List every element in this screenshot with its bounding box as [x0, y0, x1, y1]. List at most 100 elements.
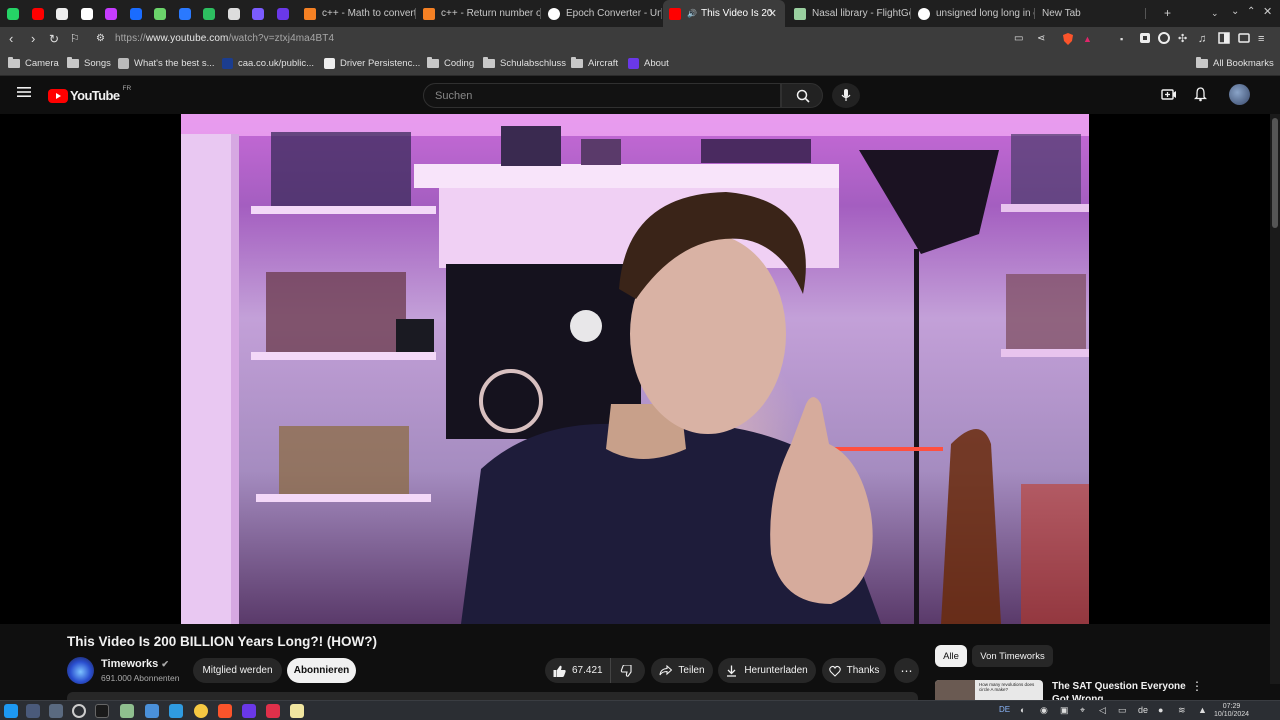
- recommended-video-title[interactable]: The SAT Question Everyone Got Wrong: [1052, 680, 1192, 700]
- brave-browser-icon[interactable]: [218, 704, 232, 718]
- browser-tab[interactable]: Epoch Converter - Unix: [542, 0, 662, 27]
- youtube-logo[interactable]: YouTube FR: [48, 85, 131, 103]
- page-scrollbar[interactable]: [1270, 114, 1280, 684]
- pinned-tab-bolt[interactable]: [126, 4, 146, 24]
- recommended-more-icon[interactable]: ⋮: [1191, 679, 1203, 693]
- search-input[interactable]: Suchen: [423, 83, 781, 108]
- chip-from-channel[interactable]: Von Timeworks: [972, 645, 1053, 667]
- location-icon[interactable]: ⌖: [1080, 705, 1085, 716]
- new-tab-button[interactable]: +: [1164, 6, 1171, 20]
- pinned-tab-notion[interactable]: [52, 4, 72, 24]
- sync-icon[interactable]: ◉: [1040, 705, 1048, 716]
- bookmark-item[interactable]: Aircraft: [571, 57, 618, 69]
- close-tab-icon[interactable]: ✕: [768, 7, 777, 20]
- audio-playing-icon[interactable]: 🔊: [687, 9, 697, 18]
- forward-icon[interactable]: ›: [31, 32, 35, 46]
- terminal-icon[interactable]: [95, 704, 109, 718]
- browser-tab[interactable]: 🔊 This Video Is 20 ✕: [663, 0, 785, 27]
- recommended-video-thumbnail[interactable]: How many revolutions does circle A make?: [935, 680, 1043, 700]
- search-button[interactable]: [781, 83, 823, 108]
- chip-all[interactable]: Alle: [935, 645, 967, 667]
- pinned-tab-evernote[interactable]: [199, 4, 219, 24]
- video-player[interactable]: [0, 114, 1270, 624]
- browser-tab[interactable]: Nasal library - FlightGe: [788, 0, 911, 27]
- settings-app-icon[interactable]: [49, 704, 63, 718]
- browser-tab[interactable]: unsigned long long in c: [912, 0, 1035, 27]
- share-icon[interactable]: ⋖: [1037, 32, 1045, 46]
- bookmark-item[interactable]: Driver Persistenc...: [324, 58, 420, 69]
- tab-search-chevron-icon[interactable]: ⌄: [1211, 8, 1219, 19]
- video-frame[interactable]: [181, 114, 1089, 624]
- files-icon[interactable]: [120, 704, 134, 718]
- bookmark-item[interactable]: About: [628, 58, 669, 69]
- description-box[interactable]: [67, 692, 918, 700]
- subscribe-button[interactable]: Abonnieren: [287, 658, 356, 683]
- download-button[interactable]: Herunterladen: [718, 658, 816, 683]
- browser-tab[interactable]: c++ - Return number o: [417, 0, 541, 27]
- flight-app-icon[interactable]: [169, 704, 183, 718]
- browser-tab[interactable]: c++ - Math to convert: [298, 0, 416, 27]
- network-icon[interactable]: ◐: [1020, 705, 1025, 715]
- vivaldi-app-icon[interactable]: [242, 704, 256, 718]
- user-avatar[interactable]: [1229, 84, 1250, 105]
- extension-gear-icon[interactable]: [1158, 32, 1170, 44]
- notes-app-icon[interactable]: [290, 704, 304, 718]
- scrollbar-thumb[interactable]: [1272, 118, 1278, 228]
- display-icon[interactable]: ▭: [1118, 705, 1127, 716]
- site-info-icon[interactable]: ⚙: [96, 32, 105, 46]
- channel-name[interactable]: Timeworks ✔: [101, 658, 169, 670]
- bookmark-item[interactable]: Camera: [8, 57, 59, 69]
- pinned-tab-whatsapp[interactable]: [3, 4, 23, 24]
- pinned-tab-vivaldi-v[interactable]: [273, 4, 293, 24]
- extension-square-icon[interactable]: [1139, 32, 1151, 44]
- keyboard-layout[interactable]: de: [1138, 705, 1148, 715]
- music-icon[interactable]: ♫: [1198, 32, 1206, 46]
- thanks-button[interactable]: Thanks: [822, 658, 886, 683]
- volume-icon[interactable]: ◁: [1099, 705, 1106, 716]
- wifi-icon[interactable]: ≋: [1178, 705, 1186, 716]
- bookmark-page-icon[interactable]: ⚐: [70, 32, 80, 46]
- language-indicator[interactable]: DE: [999, 705, 1010, 714]
- like-button[interactable]: 67.421: [545, 658, 611, 683]
- home-folder-icon[interactable]: [145, 704, 159, 718]
- mic-tray-icon[interactable]: ●: [1158, 705, 1163, 715]
- bookmark-item[interactable]: Schulabschluss: [483, 57, 566, 69]
- notifications-bell-icon[interactable]: [1194, 87, 1207, 102]
- extension-dark-icon[interactable]: ▪: [1120, 32, 1123, 46]
- voice-search-button[interactable]: [832, 83, 860, 108]
- maximize-icon[interactable]: ⌃: [1247, 6, 1255, 17]
- menu-icon[interactable]: ≡: [1258, 32, 1264, 46]
- system-monitor-icon[interactable]: [72, 704, 86, 718]
- brave-shield-icon[interactable]: [1061, 32, 1075, 46]
- wallet-icon[interactable]: [1238, 32, 1250, 44]
- pinned-tab-x-app[interactable]: [248, 4, 268, 24]
- sidebar-icon[interactable]: [1218, 32, 1230, 44]
- desktop-icon[interactable]: [26, 704, 40, 718]
- browser-tab[interactable]: New Tab: [1036, 0, 1146, 27]
- more-actions-button[interactable]: ⋯: [894, 658, 919, 683]
- join-button[interactable]: Mitglied werden: [193, 658, 282, 683]
- bookmark-item[interactable]: Songs: [67, 57, 111, 69]
- rewards-icon[interactable]: ▲: [1083, 32, 1092, 46]
- pinned-tab-hook[interactable]: [175, 4, 195, 24]
- all-bookmarks-button[interactable]: All Bookmarks: [1196, 57, 1274, 69]
- vivaldi-red-icon[interactable]: [266, 704, 280, 718]
- reload-icon[interactable]: ↻: [49, 32, 59, 46]
- pinned-tab-chatgpt[interactable]: [224, 4, 244, 24]
- create-video-icon[interactable]: [1161, 88, 1177, 101]
- cast-icon[interactable]: ▭: [1014, 32, 1023, 46]
- tray-expand-icon[interactable]: ▲: [1198, 705, 1207, 715]
- bookmark-item[interactable]: caa.co.uk/public...: [222, 58, 314, 69]
- puzzle-icon[interactable]: ✣: [1178, 32, 1187, 46]
- pinned-tab-ring[interactable]: [101, 4, 121, 24]
- pinned-tab-openai[interactable]: [77, 4, 97, 24]
- start-menu-icon[interactable]: [4, 704, 18, 718]
- dislike-button[interactable]: [611, 658, 632, 683]
- share-button[interactable]: Teilen: [651, 658, 713, 683]
- address-bar[interactable]: https://www.youtube.com/watch?v=ztxj4ma4…: [115, 33, 334, 44]
- system-clock[interactable]: 07:29 10/10/2024: [1214, 703, 1249, 719]
- back-icon[interactable]: ‹: [9, 32, 13, 46]
- channel-avatar[interactable]: [67, 657, 94, 684]
- close-window-icon[interactable]: ✕: [1263, 5, 1272, 18]
- pinned-tab-pixel[interactable]: [150, 4, 170, 24]
